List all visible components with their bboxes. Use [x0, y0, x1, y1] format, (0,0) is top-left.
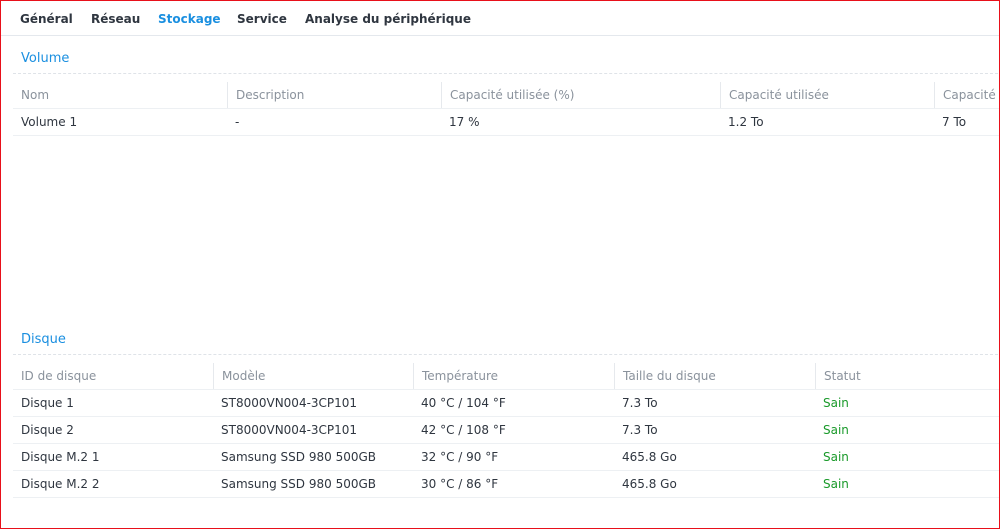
tab-network[interactable]: Réseau: [91, 12, 140, 26]
volume-description: -: [235, 115, 240, 129]
column-header-temperature[interactable]: Température: [413, 363, 614, 389]
disk-size: 465.8 Go: [622, 477, 677, 491]
volume-name: Volume 1: [21, 115, 78, 129]
column-header-used-capacity[interactable]: Capacité utilisée: [720, 82, 934, 108]
volume-section-title: Volume: [21, 51, 70, 66]
volume-used-percent: 17 %: [449, 115, 480, 129]
disk-id: Disque M.2 2: [21, 477, 100, 491]
table-row[interactable]: Disque 1 ST8000VN004-3CP101 40 °C / 104 …: [13, 390, 999, 417]
disk-temperature: 42 °C / 108 °F: [421, 423, 506, 437]
disk-id: Disque 1: [21, 396, 74, 410]
volume-separator: [13, 73, 999, 74]
disk-id: Disque 2: [21, 423, 74, 437]
tab-storage[interactable]: Stockage: [158, 12, 221, 26]
disk-model: Samsung SSD 980 500GB: [221, 450, 376, 464]
volume-total-capacity: 7 To: [942, 115, 967, 129]
disk-model: Samsung SSD 980 500GB: [221, 477, 376, 491]
column-header-total-capacity[interactable]: Capacité t: [934, 82, 999, 108]
disk-status: Sain: [823, 450, 849, 464]
disk-table-header: ID de disque Modèle Température Taille d…: [13, 363, 999, 390]
disk-temperature: 32 °C / 90 °F: [421, 450, 499, 464]
tab-service[interactable]: Service: [237, 12, 287, 26]
tab-bar: Général Réseau Stockage Service Analyse …: [1, 1, 999, 36]
disk-temperature: 30 °C / 86 °F: [421, 477, 499, 491]
disk-size: 465.8 Go: [622, 450, 677, 464]
disk-status: Sain: [823, 423, 849, 437]
column-header-name[interactable]: Nom: [13, 82, 227, 108]
column-header-status[interactable]: Statut: [815, 363, 999, 389]
column-header-disk-size[interactable]: Taille du disque: [614, 363, 815, 389]
column-header-description[interactable]: Description: [227, 82, 441, 108]
disk-table: ID de disque Modèle Température Taille d…: [13, 363, 999, 498]
disk-model: ST8000VN004-3CP101: [221, 396, 358, 410]
volume-table: Nom Description Capacité utilisée (%) Ca…: [13, 82, 999, 136]
table-row[interactable]: Disque M.2 1 Samsung SSD 980 500GB 32 °C…: [13, 444, 999, 471]
column-header-disk-id[interactable]: ID de disque: [13, 363, 213, 389]
table-row[interactable]: Disque 2 ST8000VN004-3CP101 42 °C / 108 …: [13, 417, 999, 444]
table-row[interactable]: Disque M.2 2 Samsung SSD 980 500GB 30 °C…: [13, 471, 999, 498]
disk-size: 7.3 To: [622, 396, 658, 410]
disk-separator: [13, 354, 999, 355]
disk-temperature: 40 °C / 104 °F: [421, 396, 506, 410]
disk-id: Disque M.2 1: [21, 450, 100, 464]
column-header-used-capacity-percent[interactable]: Capacité utilisée (%): [441, 82, 720, 108]
disk-status: Sain: [823, 477, 849, 491]
disk-model: ST8000VN004-3CP101: [221, 423, 358, 437]
tab-device-analysis[interactable]: Analyse du périphérique: [305, 12, 471, 26]
disk-status: Sain: [823, 396, 849, 410]
volume-table-header: Nom Description Capacité utilisée (%) Ca…: [13, 82, 999, 109]
table-row[interactable]: Volume 1 - 17 % 1.2 To 7 To: [13, 109, 999, 136]
column-header-model[interactable]: Modèle: [213, 363, 413, 389]
disk-size: 7.3 To: [622, 423, 658, 437]
disk-section-title: Disque: [21, 332, 66, 347]
storage-panel: Général Réseau Stockage Service Analyse …: [0, 0, 1000, 529]
volume-used-capacity: 1.2 To: [728, 115, 764, 129]
tab-general[interactable]: Général: [20, 12, 73, 26]
